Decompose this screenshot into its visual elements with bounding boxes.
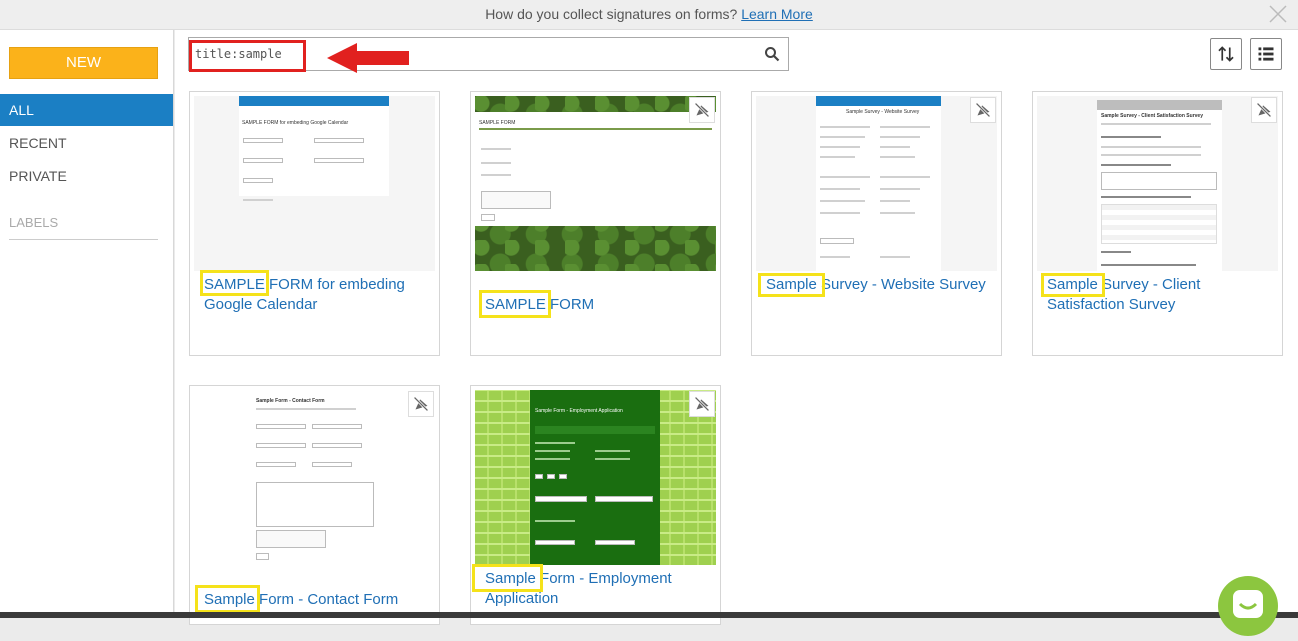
thumb-heading: SAMPLE FORM [479,120,516,126]
match-highlight [200,270,269,296]
search-value-highlight [189,40,306,72]
unpublished-badge [1251,97,1277,123]
form-thumbnail: Sample Survey - Client Satisfaction Surv… [1037,96,1278,271]
labels-heading: LABELS [9,215,59,230]
form-card[interactable]: SAMPLE FORM SAMPLE FORM [470,91,721,356]
unpublished-badge [689,391,715,417]
unpublished-icon [413,396,429,412]
close-icon[interactable] [1266,2,1290,26]
form-card[interactable]: Sample Survey - Client Satisfaction Surv… [1032,91,1283,356]
form-thumbnail: Sample Form - Employment Application [475,390,716,565]
form-thumbnail: SAMPLE FORM for embeding Google Calendar [194,96,435,271]
unpublished-icon [1256,102,1272,118]
chat-button[interactable] [1218,576,1278,636]
signature-banner: How do you collect signatures on forms? … [0,0,1298,30]
match-highlight [472,564,543,592]
match-highlight [195,585,260,613]
thumb-heading: SAMPLE FORM for embeding Google Calendar [242,120,349,126]
unpublished-badge [408,391,434,417]
search-icon[interactable] [764,46,780,62]
new-form-button[interactable]: NEW [9,47,158,79]
chat-icon [1233,590,1263,618]
list-view-icon [1258,47,1274,61]
list-view-button[interactable] [1250,38,1282,70]
form-card[interactable]: Sample Survey - Website Survey Sample Su… [751,91,1002,356]
thumb-heading: Sample Form - Employment Application [535,408,623,414]
forms-main: SAMPLE FORM for embeding Google Calendar… [175,30,1298,625]
form-card[interactable]: Sample Form - Employment Application Sam… [470,385,721,625]
form-thumbnail: Sample Survey - Website Survey [756,96,997,271]
unpublished-badge [689,97,715,123]
labels-divider [9,239,158,240]
banner-text: How do you collect signatures on forms? [485,6,738,22]
match-highlight [1041,273,1105,297]
match-highlight [479,290,551,318]
thumb-heading: Sample Survey - Client Satisfaction Surv… [1101,113,1203,119]
form-thumbnail: Sample Form - Contact Form [194,390,435,565]
unpublished-icon [694,102,710,118]
form-card[interactable]: SAMPLE FORM for embeding Google Calendar… [189,91,440,356]
sidebar: NEW ALL RECENT PRIVATE LABELS [0,30,174,618]
learn-more-link[interactable]: Learn More [741,6,813,22]
sort-icon [1218,46,1234,62]
form-thumbnail: SAMPLE FORM [475,96,716,271]
thumb-heading: Sample Survey - Website Survey [846,109,920,115]
sort-button[interactable] [1210,38,1242,70]
form-card[interactable]: Sample Form - Contact Form Sample Form -… [189,385,440,625]
sidebar-item-private[interactable]: PRIVATE [0,160,173,192]
thumb-heading: Sample Form - Contact Form [256,398,325,404]
bottom-bar [0,612,1298,618]
unpublished-icon [694,396,710,412]
red-arrow-annotation [327,43,409,73]
unpublished-badge [970,97,996,123]
unpublished-icon [975,102,991,118]
match-highlight [758,273,825,297]
sidebar-item-all[interactable]: ALL [0,94,173,126]
sidebar-item-recent[interactable]: RECENT [0,127,173,159]
